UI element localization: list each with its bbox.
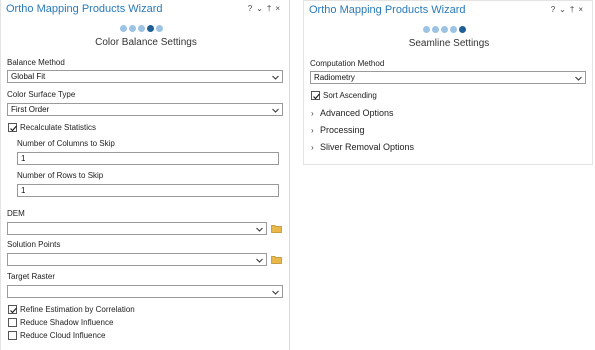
- reduce-shadow-label: Reduce Shadow Influence: [20, 318, 114, 327]
- balance-method-label: Balance Method: [7, 58, 65, 67]
- color-surface-type-label: Color Surface Type: [7, 90, 76, 99]
- chevron-down-icon: [272, 75, 279, 80]
- chevron-down-icon: [256, 258, 263, 263]
- columns-to-skip-label: Number of Columns to Skip: [17, 139, 115, 148]
- dem-label: DEM: [7, 209, 25, 218]
- seamline-settings-panel: Ortho Mapping Products Wizard ?⌄†× Seaml…: [303, 0, 593, 165]
- help-icon[interactable]: ?: [248, 4, 256, 13]
- chevron-down-icon: [256, 227, 263, 232]
- help-icon[interactable]: ?: [551, 5, 559, 14]
- refine-estimation-label: Refine Estimation by Correlation: [20, 305, 135, 314]
- computation-method-label: Computation Method: [310, 59, 385, 68]
- checkmark-icon: [10, 125, 17, 132]
- target-raster-dropdown[interactable]: [7, 285, 283, 298]
- advanced-options-label: Advanced Options: [320, 108, 394, 118]
- chevron-down-icon: [272, 290, 279, 295]
- columns-to-skip-input[interactable]: 1: [17, 152, 279, 165]
- solution-points-dropdown[interactable]: [7, 253, 267, 266]
- recalculate-statistics-checkbox[interactable]: [8, 123, 17, 132]
- step-dot-1[interactable]: [423, 26, 430, 33]
- chevron-right-icon: ›: [311, 126, 314, 135]
- options-menu-icon[interactable]: ⌄: [559, 5, 570, 14]
- browse-folder-icon[interactable]: [271, 255, 282, 264]
- wizard-step-indicator: [120, 25, 170, 33]
- sort-ascending-label: Sort Ascending: [323, 91, 377, 100]
- panel-titlebar: Ortho Mapping Products Wizard ?⌄†×: [304, 1, 592, 21]
- advanced-options-expander[interactable]: › Advanced Options: [311, 108, 394, 118]
- color-surface-type-value: First Order: [11, 105, 50, 114]
- computation-method-dropdown[interactable]: Radiometry: [310, 71, 586, 84]
- chevron-right-icon: ›: [311, 143, 314, 152]
- checkmark-icon: [313, 93, 320, 100]
- step-dot-5-active[interactable]: [459, 26, 466, 33]
- step-dot-1[interactable]: [120, 25, 127, 32]
- processing-expander[interactable]: › Processing: [311, 125, 365, 135]
- processing-label: Processing: [320, 125, 365, 135]
- checkmark-icon: [10, 307, 17, 314]
- solution-points-label: Solution Points: [7, 240, 61, 249]
- pin-icon[interactable]: †: [570, 5, 578, 14]
- panel-titlebar: Ortho Mapping Products Wizard ?⌄†×: [1, 0, 289, 20]
- color-surface-type-dropdown[interactable]: First Order: [7, 103, 283, 116]
- wizard-step-indicator: [423, 26, 473, 34]
- dem-dropdown[interactable]: [7, 222, 267, 235]
- reduce-cloud-label: Reduce Cloud Influence: [20, 331, 106, 340]
- balance-method-dropdown[interactable]: Global Fit: [7, 70, 283, 83]
- options-menu-icon[interactable]: ⌄: [256, 4, 267, 13]
- panel-title: Ortho Mapping Products Wizard: [309, 4, 466, 16]
- close-icon[interactable]: ×: [275, 4, 284, 13]
- step-dot-2[interactable]: [432, 26, 439, 33]
- section-title: Seamline Settings: [408, 38, 490, 49]
- step-dot-4-active[interactable]: [147, 25, 154, 32]
- window-controls: ?⌄†×: [551, 5, 587, 14]
- step-dot-5[interactable]: [156, 25, 163, 32]
- reduce-shadow-checkbox[interactable]: [8, 318, 17, 327]
- sliver-removal-label: Sliver Removal Options: [320, 142, 415, 152]
- sliver-removal-expander[interactable]: › Sliver Removal Options: [311, 142, 414, 152]
- chevron-right-icon: ›: [311, 109, 314, 118]
- close-icon[interactable]: ×: [578, 5, 587, 14]
- window-controls: ?⌄†×: [248, 4, 284, 13]
- step-dot-3[interactable]: [441, 26, 448, 33]
- recalculate-statistics-label: Recalculate Statistics: [20, 123, 97, 132]
- target-raster-label: Target Raster: [7, 272, 56, 281]
- reduce-cloud-checkbox[interactable]: [8, 331, 17, 340]
- color-balance-panel: Ortho Mapping Products Wizard ?⌄†× Color…: [0, 0, 290, 350]
- section-title: Color Balance Settings: [95, 37, 197, 48]
- step-dot-2[interactable]: [129, 25, 136, 32]
- computation-method-value: Radiometry: [314, 73, 355, 82]
- pin-icon[interactable]: †: [267, 4, 275, 13]
- step-dot-3[interactable]: [138, 25, 145, 32]
- chevron-down-icon: [272, 108, 279, 113]
- panel-title: Ortho Mapping Products Wizard: [6, 3, 163, 15]
- refine-estimation-checkbox[interactable]: [8, 305, 17, 314]
- step-dot-4[interactable]: [450, 26, 457, 33]
- chevron-down-icon: [575, 76, 582, 81]
- balance-method-value: Global Fit: [11, 72, 46, 81]
- rows-to-skip-label: Number of Rows to Skip: [17, 171, 104, 180]
- rows-to-skip-input[interactable]: 1: [17, 184, 279, 197]
- sort-ascending-checkbox[interactable]: [311, 91, 320, 100]
- browse-folder-icon[interactable]: [271, 224, 282, 233]
